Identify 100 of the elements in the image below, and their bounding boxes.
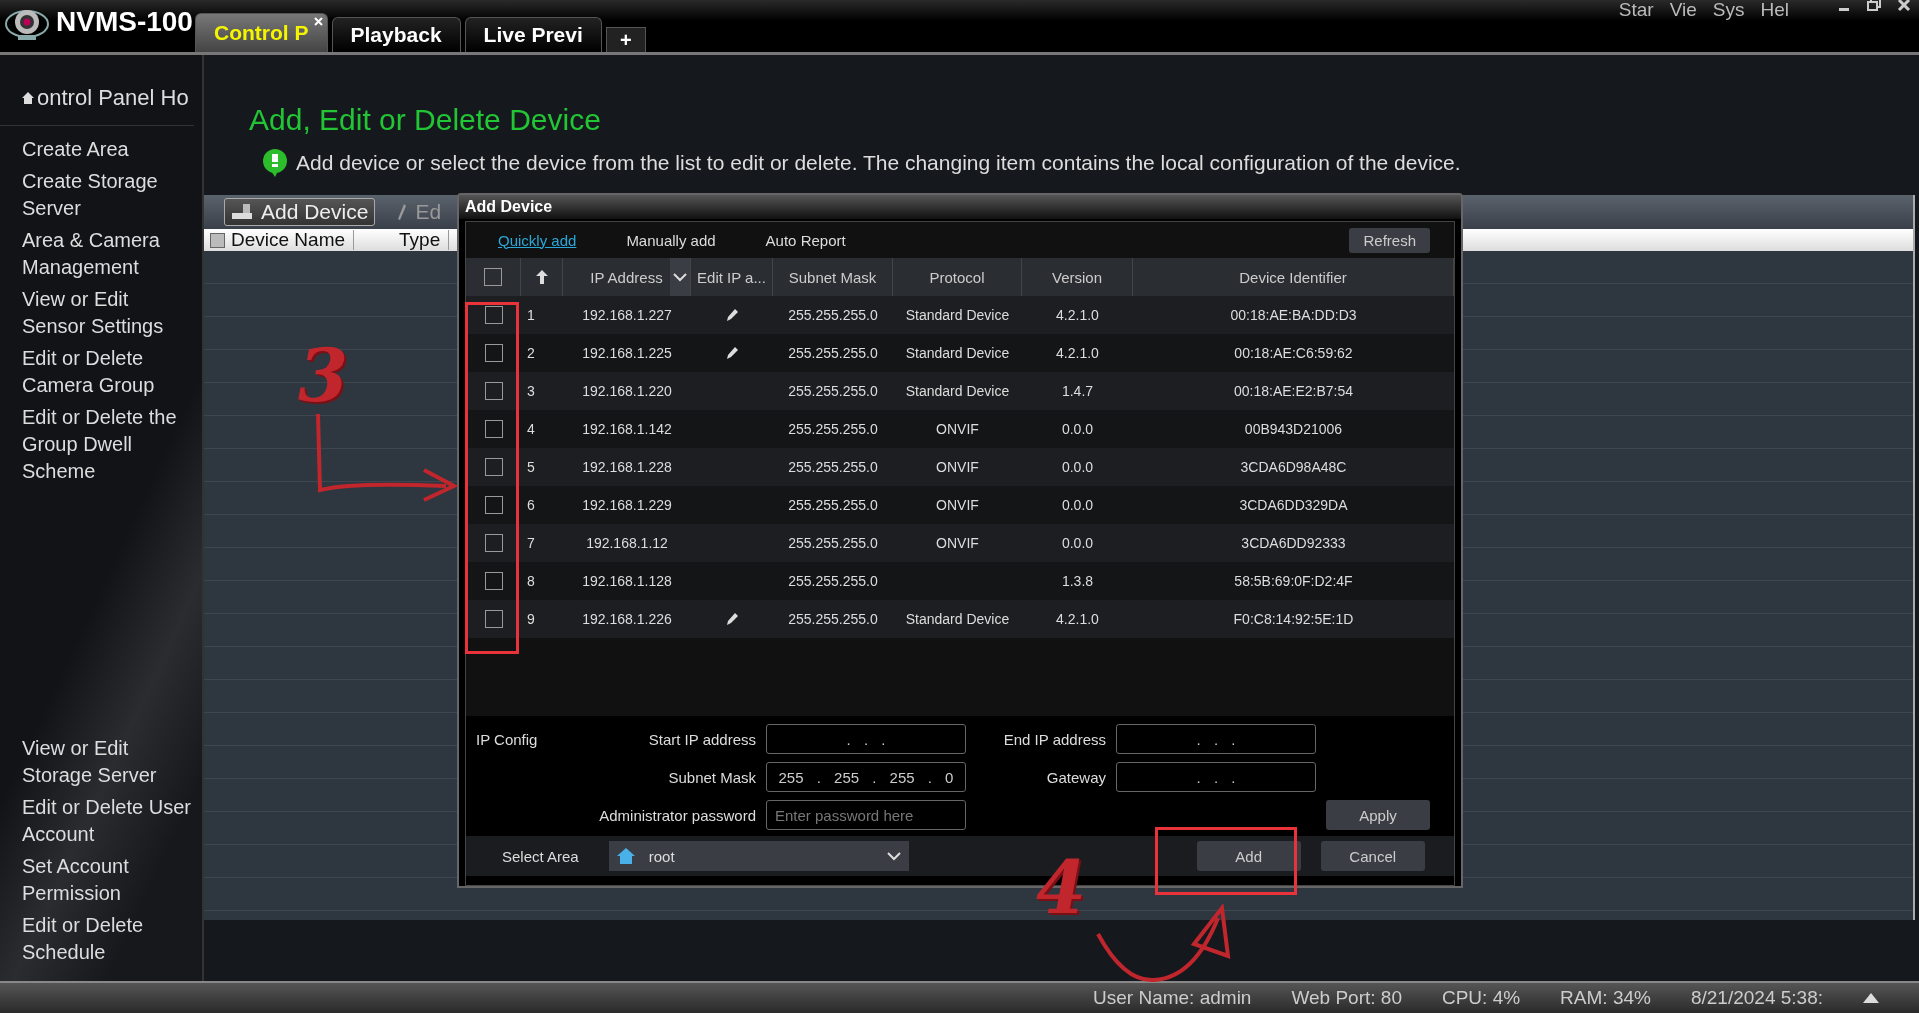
checkbox[interactable] bbox=[484, 610, 503, 628]
sidebar-item[interactable]: View or Edit Sensor Settings bbox=[0, 286, 202, 340]
checkbox[interactable] bbox=[210, 232, 225, 248]
table-cell-text: 58:5B:69:0F:D2:4F bbox=[1233, 573, 1354, 589]
table-cell-text: Standard Device bbox=[904, 611, 1011, 627]
table-cell-text: 00:18:AE:BA:DD:D3 bbox=[1229, 307, 1358, 323]
column-header[interactable]: Subnet Mask bbox=[788, 268, 877, 286]
sidebar-item[interactable]: Edit or Delete the Group Dwell Scheme bbox=[0, 404, 202, 485]
table-cell-text: 255.255.255.0 bbox=[787, 497, 879, 513]
ip-input-field[interactable]: 255 . 255 . 255 . 0 bbox=[766, 762, 966, 792]
row-number: 8 bbox=[526, 573, 536, 589]
restore-icon[interactable] bbox=[1867, 0, 1881, 12]
menu-item[interactable]: Star bbox=[1618, 0, 1654, 20]
status-text: RAM: 34% bbox=[1560, 987, 1651, 1009]
app-title: NVMS-100 bbox=[56, 6, 193, 38]
table-cell-text: 255.255.255.0 bbox=[787, 573, 879, 589]
table-cell-text: 255.255.255.0 bbox=[787, 421, 879, 437]
table-cell-text: 1.3.8 bbox=[1060, 573, 1095, 589]
refresh-button[interactable]: Refresh bbox=[1349, 227, 1430, 253]
row-number: 2 bbox=[526, 345, 536, 361]
table-cell-text: ONVIF bbox=[935, 421, 980, 437]
tab[interactable]: Playback bbox=[331, 17, 461, 52]
triangle-up-icon[interactable] bbox=[1863, 993, 1879, 1003]
status-text: 8/21/2024 5:38: bbox=[1690, 987, 1823, 1009]
table-cell-text: 255.255.255.0 bbox=[787, 459, 879, 475]
table-cell-text: F0:C8:14:92:5E:1D bbox=[1232, 611, 1355, 627]
column-header[interactable]: Device Identifier bbox=[1239, 268, 1347, 286]
table-cell-text: ONVIF bbox=[935, 459, 980, 475]
pencil-icon[interactable] bbox=[725, 346, 739, 360]
page-heading: Add, Edit or Delete Device bbox=[249, 103, 602, 137]
checkbox[interactable] bbox=[484, 382, 503, 400]
sidebar-item[interactable]: View or Edit Storage Server bbox=[0, 735, 202, 789]
chevron-down-icon bbox=[886, 851, 901, 861]
checkbox[interactable] bbox=[484, 572, 503, 590]
table-cell-text: 4.2.1.0 bbox=[1055, 611, 1100, 627]
sidebar-item[interactable]: Create Storage Server bbox=[0, 168, 202, 222]
column-header[interactable]: Type bbox=[399, 230, 450, 250]
pencil-icon[interactable] bbox=[725, 612, 739, 626]
checkbox[interactable] bbox=[484, 268, 502, 286]
ip-input-field[interactable]: . . . bbox=[1116, 762, 1316, 792]
row-number: 1 bbox=[526, 307, 536, 323]
column-header[interactable]: Edit IP a... bbox=[697, 268, 766, 286]
add-device-button[interactable]: Add Device bbox=[224, 198, 376, 226]
apply-button[interactable]: Apply bbox=[1326, 800, 1430, 830]
sidebar-item[interactable]: Edit or Delete Schedule bbox=[0, 912, 202, 966]
table-cell-text: 255.255.255.0 bbox=[787, 611, 879, 627]
tab[interactable]: Live Previ bbox=[464, 17, 602, 52]
table-cell-text: 00:18:AE:C6:59:62 bbox=[1233, 345, 1354, 361]
row-number: 9 bbox=[526, 611, 536, 627]
status-text: User Name: admin bbox=[1093, 987, 1252, 1009]
checkbox[interactable] bbox=[484, 344, 503, 362]
menu-item[interactable]: Hel bbox=[1760, 0, 1789, 20]
table-cell-text: 3CDA6D98A48C bbox=[1239, 459, 1348, 475]
sidebar-item[interactable]: Edit or Delete User Account bbox=[0, 794, 202, 848]
pencil-icon[interactable] bbox=[725, 308, 739, 322]
checkbox[interactable] bbox=[484, 534, 503, 552]
sidebar-item[interactable]: Set Account Permission bbox=[0, 853, 202, 907]
table-cell-text: 192.168.1.12 bbox=[585, 535, 669, 551]
add-button[interactable]: Add bbox=[1196, 841, 1301, 871]
field-label: End IP address bbox=[1002, 730, 1107, 748]
field-label: Select Area bbox=[502, 847, 579, 865]
dialog-tab[interactable]: Quickly add bbox=[498, 231, 577, 249]
column-header[interactable]: Protocol bbox=[929, 268, 985, 286]
table-cell-text: 192.168.1.128 bbox=[581, 573, 673, 589]
close-icon[interactable] bbox=[1897, 0, 1911, 12]
checkbox[interactable] bbox=[484, 496, 503, 514]
table-cell-text: 1.4.7 bbox=[1060, 383, 1095, 399]
field-label: Administrator password bbox=[598, 806, 757, 824]
info-bubble-icon bbox=[262, 149, 288, 177]
menu-item[interactable]: Vie bbox=[1669, 0, 1697, 20]
checkbox[interactable] bbox=[484, 306, 503, 324]
dialog-tab[interactable]: Auto Report bbox=[765, 231, 846, 249]
status-text: CPU: 4% bbox=[1441, 987, 1521, 1009]
sidebar-home-link[interactable]: ontrol Panel Ho bbox=[37, 85, 189, 111]
ip-input-field[interactable]: . . . bbox=[766, 724, 966, 754]
area-dropdown[interactable]: root bbox=[608, 841, 909, 871]
field-label: Gateway bbox=[1045, 768, 1107, 786]
table-cell-text: 192.168.1.228 bbox=[581, 459, 673, 475]
password-field[interactable]: Enter password here bbox=[766, 800, 966, 830]
column-header[interactable]: Device Name bbox=[231, 230, 355, 250]
sidebar-item[interactable]: Create Area bbox=[0, 136, 202, 163]
ip-input-field[interactable]: . . . bbox=[1116, 724, 1316, 754]
checkbox[interactable] bbox=[484, 420, 503, 438]
sort-arrow-icon[interactable] bbox=[535, 270, 548, 284]
tab[interactable]: Control P bbox=[195, 13, 328, 52]
checkbox[interactable] bbox=[484, 458, 503, 476]
row-number: 6 bbox=[526, 497, 536, 513]
table-cell-text: 255.255.255.0 bbox=[787, 383, 879, 399]
table-cell-text: 192.168.1.226 bbox=[581, 611, 673, 627]
chevron-down-icon[interactable] bbox=[673, 272, 687, 282]
sidebar-item[interactable]: Area & Camera Management bbox=[0, 227, 202, 281]
table-cell-text: 192.168.1.227 bbox=[581, 307, 673, 323]
cancel-button[interactable]: Cancel bbox=[1320, 841, 1425, 871]
column-header[interactable]: IP Address bbox=[590, 268, 663, 286]
column-header[interactable]: Version bbox=[1051, 268, 1102, 286]
table-cell-text: 0.0.0 bbox=[1060, 497, 1095, 513]
new-tab-button[interactable]: + bbox=[605, 27, 646, 52]
sidebar-item[interactable]: Edit or Delete Camera Group bbox=[0, 345, 202, 399]
dialog-tab[interactable]: Manually add bbox=[626, 231, 716, 249]
menu-item[interactable]: Sys bbox=[1712, 0, 1745, 20]
